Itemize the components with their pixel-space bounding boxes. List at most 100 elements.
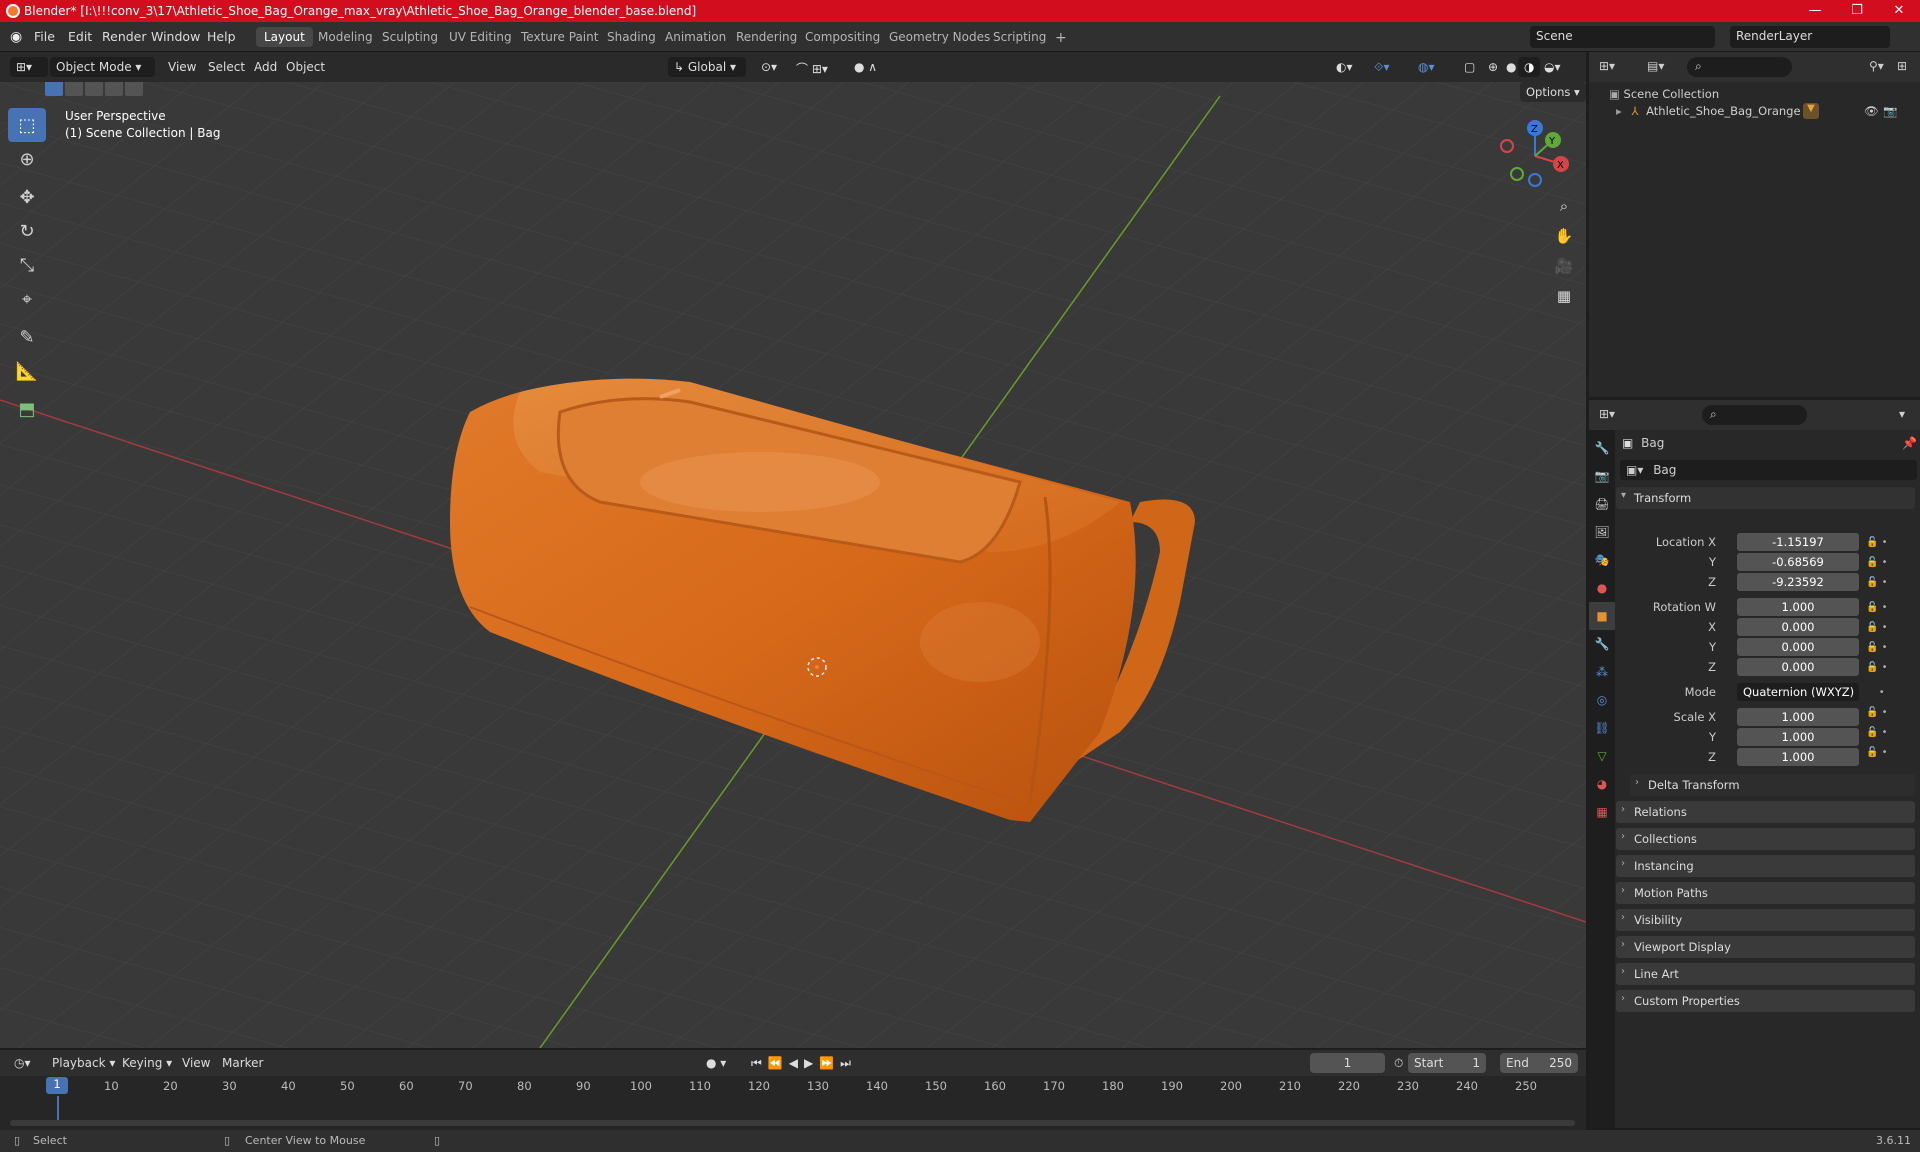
modifier-badge-icon[interactable]: ▼	[1803, 103, 1819, 119]
render-layer-selector[interactable]: RenderLayer	[1730, 26, 1890, 48]
close-button[interactable]: ✕	[1878, 0, 1920, 22]
timeline-ruler[interactable]: 1 10 20 30 40 50 60 70 80 90 100 110 120…	[0, 1076, 1586, 1096]
view-layer-tab-icon[interactable]: 🖼	[1589, 518, 1615, 546]
viewport-display-section[interactable]: › Viewport Display	[1616, 936, 1915, 958]
gizmo-neg-x-icon[interactable]	[1500, 139, 1514, 153]
instancing-section[interactable]: › Instancing	[1616, 855, 1915, 877]
tool-tab-icon[interactable]: 🔧	[1589, 434, 1615, 462]
relations-section[interactable]: › Relations	[1616, 801, 1915, 823]
select-intersect-icon[interactable]	[125, 82, 143, 96]
select-new-icon[interactable]	[45, 82, 63, 96]
lock-icon[interactable]: 🔓 •	[1866, 598, 1906, 618]
delta-transform-header[interactable]: › Delta Transform	[1630, 774, 1915, 796]
constraints-tab-icon[interactable]: ⛓	[1589, 714, 1615, 742]
location-y-field[interactable]: -0.68569	[1737, 553, 1859, 571]
new-collection-icon[interactable]: ⊞	[1897, 59, 1907, 73]
menu-object[interactable]: Object	[280, 57, 331, 77]
lock-icon[interactable]: 🔓 •	[1866, 638, 1906, 658]
move-tool-icon[interactable]: ✥	[8, 180, 46, 214]
select-extend-icon[interactable]	[65, 82, 83, 96]
add-workspace-button[interactable]: +	[1047, 27, 1075, 47]
lock-icon[interactable]: 🔓 •	[1866, 618, 1906, 638]
xray-icon[interactable]: ▢	[1458, 57, 1481, 77]
snap-icon[interactable]: ⌒ ⊞▾	[790, 57, 834, 77]
start-frame-field[interactable]: Start 1	[1408, 1053, 1486, 1073]
menu-add[interactable]: Add	[248, 57, 283, 77]
outliner-search-input[interactable]: ⌕	[1687, 57, 1792, 77]
current-frame-field[interactable]: 1	[1310, 1053, 1385, 1073]
lock-icon[interactable]: 🔓 •	[1866, 723, 1906, 743]
keyframe-dot-icon[interactable]: •	[1866, 683, 1906, 703]
properties-editor-icon[interactable]: ⊞▾	[1599, 407, 1615, 421]
menu-select[interactable]: Select	[202, 57, 251, 77]
navigation-gizmo[interactable]: Z X Y	[1495, 116, 1575, 196]
rotation-z-field[interactable]: 0.000	[1737, 658, 1859, 676]
tab-texture-paint[interactable]: Texture Paint	[513, 27, 606, 47]
lock-icon[interactable]: 🔓 •	[1866, 533, 1906, 553]
visibility-icon[interactable]: ◐▾	[1330, 57, 1359, 77]
lock-icon[interactable]: 🔓 •	[1866, 743, 1906, 763]
blender-menu-icon[interactable]: ◉	[10, 29, 22, 45]
options-dropdown[interactable]: Options ▾	[1520, 82, 1586, 102]
playhead-frame[interactable]: 1	[46, 1077, 68, 1094]
properties-options-icon[interactable]: ▾	[1899, 407, 1905, 421]
tab-sculpting[interactable]: Sculpting	[374, 27, 446, 47]
tab-animation[interactable]: Animation	[657, 27, 734, 47]
pivot-icon[interactable]: ⊙▾	[755, 57, 783, 77]
lock-icon[interactable]: 🔓 •	[1866, 658, 1906, 678]
add-cube-tool-icon[interactable]: ⬒	[8, 392, 46, 426]
properties-search-input[interactable]: ⌕	[1702, 405, 1807, 425]
3d-viewport[interactable]: User Perspective (1) Scene Collection | …	[0, 82, 1586, 1048]
annotate-tool-icon[interactable]: ✎	[8, 320, 46, 354]
proportional-edit-icon[interactable]: ● ∧	[848, 57, 883, 77]
end-frame-field[interactable]: End 250	[1500, 1053, 1578, 1073]
material-tab-icon[interactable]: ◕	[1589, 770, 1615, 798]
zoom-icon[interactable]: ⌕	[1550, 192, 1578, 220]
gizmo-neg-z-icon[interactable]	[1528, 173, 1542, 187]
tab-rendering[interactable]: Rendering	[728, 27, 805, 47]
menu-render[interactable]: Render	[102, 29, 147, 44]
cursor-tool-icon[interactable]: ⊕	[8, 142, 46, 176]
mode-selector[interactable]: Object Mode ▾	[50, 57, 155, 77]
lock-icon[interactable]: 🔓 •	[1866, 703, 1906, 723]
shading-rendered-icon[interactable]: ◒▾	[1538, 57, 1567, 77]
physics-tab-icon[interactable]: ◎	[1589, 686, 1615, 714]
location-z-field[interactable]: -9.23592	[1737, 573, 1859, 591]
select-mode-group[interactable]	[45, 82, 145, 98]
expand-chevron-icon[interactable]: ▸	[1616, 104, 1622, 118]
rotation-w-field[interactable]: 1.000	[1737, 598, 1859, 616]
tab-shading[interactable]: Shading	[599, 27, 664, 47]
rotation-mode-dropdown[interactable]: Quaternion (WXYZ) ▾	[1737, 683, 1859, 717]
object-name-field[interactable]: ▣▾ Bag	[1620, 460, 1917, 480]
preview-range-icon[interactable]: ⏱	[1388, 1053, 1409, 1073]
motion-paths-section[interactable]: › Motion Paths	[1616, 882, 1915, 904]
custom-properties-section[interactable]: › Custom Properties	[1616, 990, 1915, 1012]
pan-hand-icon[interactable]: ✋	[1550, 222, 1578, 250]
ortho-toggle-icon[interactable]: ▦	[1550, 282, 1578, 310]
display-mode-icon[interactable]: ▤▾	[1647, 59, 1664, 73]
timeline-scrollbar[interactable]	[10, 1120, 1575, 1126]
rotation-y-field[interactable]: 0.000	[1737, 638, 1859, 656]
outliner-editor-icon[interactable]: ⊞▾	[1599, 59, 1615, 73]
rotate-tool-icon[interactable]: ↻	[8, 214, 46, 248]
menu-help[interactable]: Help	[207, 29, 236, 44]
scale-x-field[interactable]: 1.000	[1737, 708, 1859, 726]
gizmo-neg-y-icon[interactable]	[1510, 167, 1524, 181]
minimize-button[interactable]: —	[1794, 0, 1836, 22]
gizmo-toggle-icon[interactable]: ⟐▾	[1368, 57, 1395, 77]
menu-view[interactable]: View	[162, 57, 202, 77]
object-tab-icon[interactable]: ■	[1589, 602, 1615, 630]
outliner-item[interactable]: ▸ ⅄ Athletic_Shoe_Bag_Orange ▼ 👁 📷	[1616, 103, 1916, 122]
select-box-tool-icon[interactable]: ⬚	[8, 108, 46, 142]
measure-tool-icon[interactable]: 📐	[8, 354, 46, 388]
world-tab-icon[interactable]: ●	[1589, 574, 1615, 602]
lock-icon[interactable]: 🔓 •	[1866, 553, 1906, 573]
scene-tab-icon[interactable]: 🎭	[1589, 546, 1615, 574]
render-camera-icon[interactable]: 📷	[1883, 104, 1897, 118]
tab-layout[interactable]: Layout	[256, 27, 313, 47]
pin-icon[interactable]: 📌	[1902, 436, 1917, 450]
transform-orientation-selector[interactable]: ↳ Global ▾	[668, 57, 746, 77]
maximize-button[interactable]: ❐	[1836, 0, 1878, 22]
lock-icon[interactable]: 🔓 •	[1866, 573, 1906, 593]
visibility-eye-icon[interactable]: 👁	[1864, 104, 1879, 118]
